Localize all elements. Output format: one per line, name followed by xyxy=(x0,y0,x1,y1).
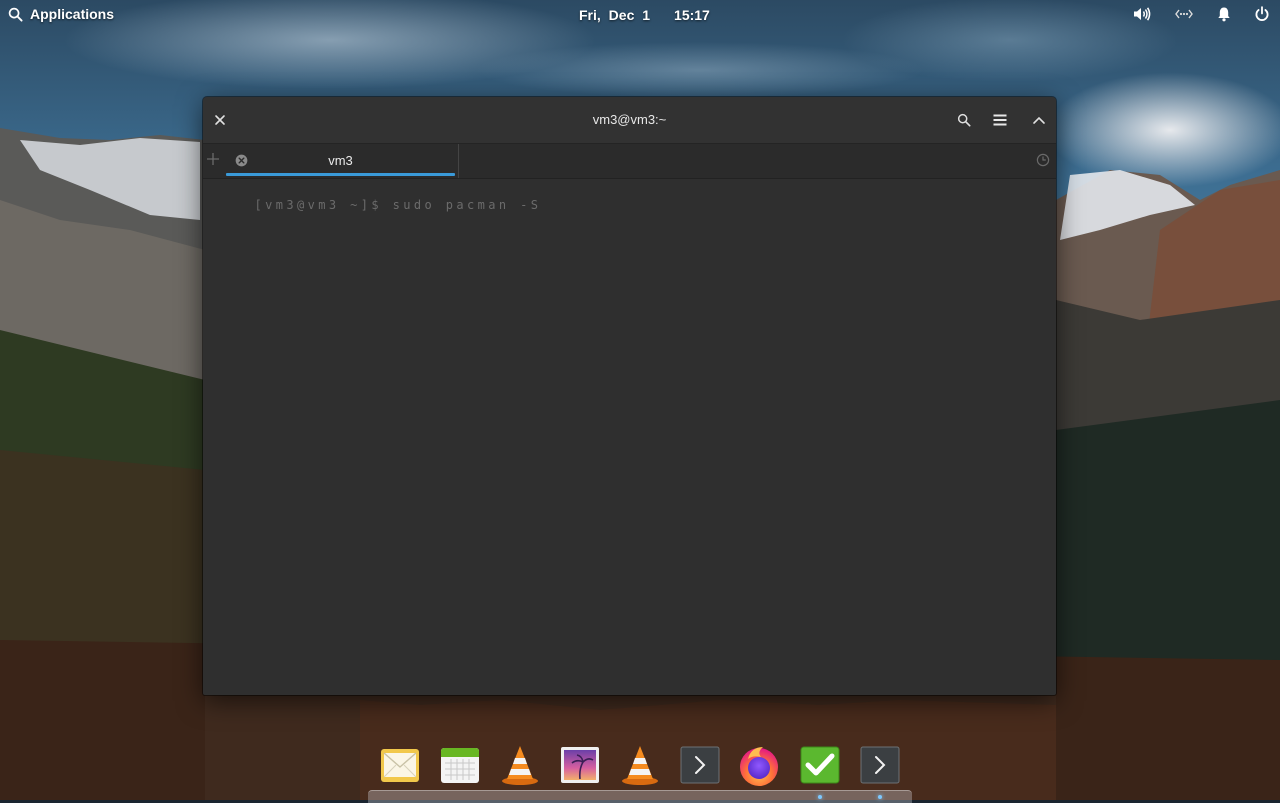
prompt-line: [vm3@vm3 ~]$ sudo pacman -S xyxy=(254,198,542,212)
calendar-icon[interactable] xyxy=(438,743,482,787)
menu-icon[interactable] xyxy=(989,109,1011,131)
search-icon xyxy=(8,7,23,22)
firefox-icon[interactable] xyxy=(737,743,781,787)
panel-time: 15:17 xyxy=(674,7,710,23)
tasks-icon[interactable] xyxy=(798,743,842,787)
power-icon[interactable] xyxy=(1254,6,1270,22)
dock xyxy=(368,738,912,803)
terminal-icon[interactable] xyxy=(678,743,722,787)
tab-bar: vm3 xyxy=(203,144,1056,179)
running-indicator xyxy=(818,795,822,799)
vlc-icon[interactable] xyxy=(618,743,662,787)
tab-vm3[interactable]: vm3 xyxy=(223,144,459,178)
applications-menu-button[interactable]: Applications xyxy=(8,6,114,22)
window-titlebar[interactable]: vm3@vm3:~ xyxy=(203,97,1056,144)
terminal-icon[interactable] xyxy=(858,743,902,787)
search-icon[interactable] xyxy=(953,109,975,131)
top-panel: Applications Fri, Dec 1 15:17 xyxy=(0,0,1280,30)
notifications-icon[interactable] xyxy=(1216,6,1232,22)
terminal-window: vm3@vm3:~ vm3 [vm3@vm3 ~]$ sudo pacman -… xyxy=(203,97,1056,695)
tab-label: vm3 xyxy=(328,153,353,168)
dock-shelf xyxy=(368,790,912,803)
panel-date: Fri, Dec 1 xyxy=(579,7,651,23)
vlc-icon[interactable] xyxy=(498,743,542,787)
applications-label: Applications xyxy=(30,6,115,22)
photos-icon[interactable] xyxy=(558,743,602,787)
running-indicator xyxy=(878,795,882,799)
network-icon[interactable] xyxy=(1174,6,1194,22)
maximize-icon[interactable] xyxy=(1028,109,1050,131)
panel-indicators xyxy=(1132,6,1270,22)
active-tab-indicator xyxy=(226,173,455,176)
volume-icon[interactable] xyxy=(1132,6,1152,22)
add-tab-icon[interactable] xyxy=(206,152,220,171)
history-icon[interactable] xyxy=(1036,153,1050,172)
terminal-output[interactable]: [vm3@vm3 ~]$ sudo pacman -S xyxy=(212,184,1047,687)
mail-icon[interactable] xyxy=(378,743,422,787)
window-title: vm3@vm3:~ xyxy=(592,112,667,127)
date-time-indicator[interactable]: Fri, Dec 1 15:17 xyxy=(579,7,710,23)
